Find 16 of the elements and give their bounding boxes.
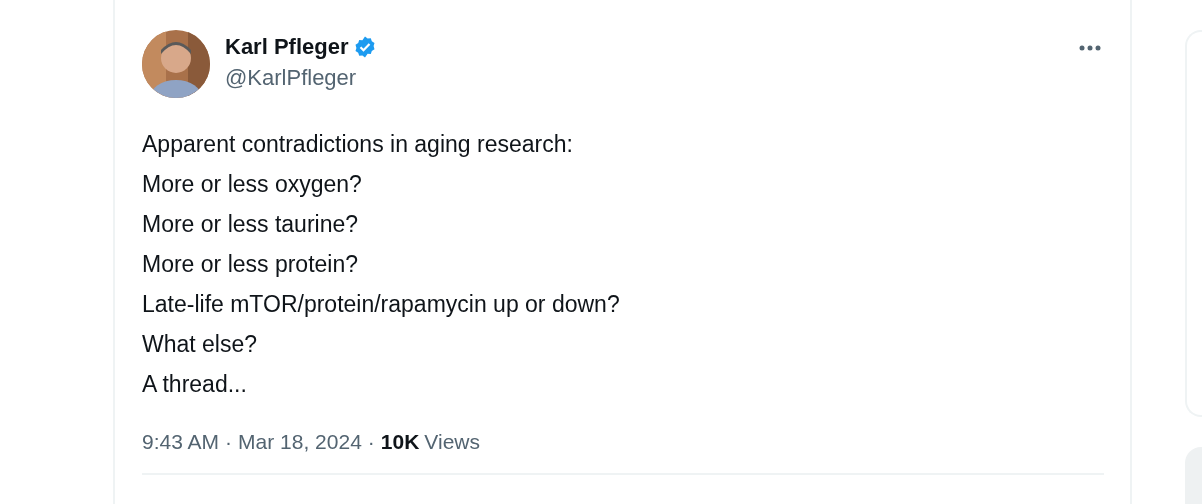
post-date[interactable]: Mar 18, 2024: [238, 428, 362, 456]
post-time[interactable]: 9:43 AM: [142, 428, 220, 456]
tweet-text: More or less protein?: [142, 250, 359, 279]
tweet-text: More or less oxygen?: [142, 170, 362, 199]
views-label: Views: [424, 429, 480, 455]
author-handle[interactable]: @KarlPfleger: [225, 64, 357, 92]
tweet-text: Late-life mTOR/protein/rapamycin up or down?: [142, 290, 620, 319]
author-name[interactable]: Karl Pfleger: [225, 33, 349, 61]
tweet-text: A thread...: [142, 370, 247, 399]
tweet-text: Apparent contradictions in aging research:: [142, 130, 573, 159]
tweet-text: More or less taurine?: [142, 210, 359, 239]
separator-dot: ·: [225, 429, 233, 455]
tweet-text: What else?: [142, 330, 258, 359]
more-options-icon[interactable]: [1079, 45, 1101, 51]
separator-dot: ·: [367, 429, 375, 455]
views-count: 10K: [380, 429, 420, 455]
